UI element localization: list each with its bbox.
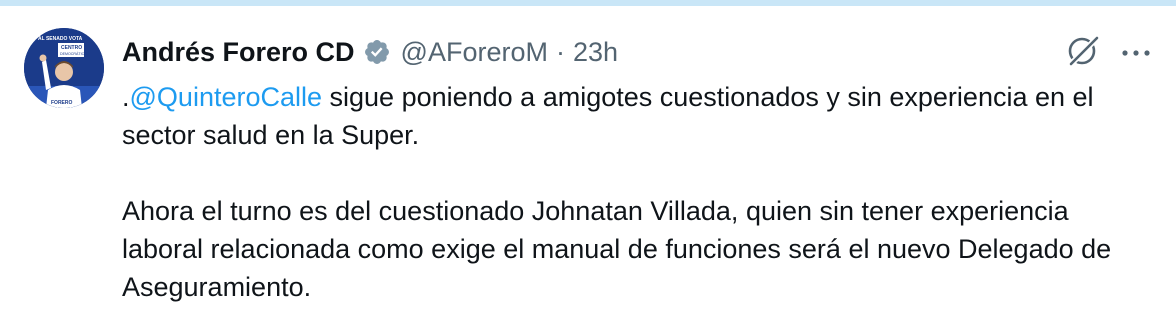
avatar-name-text: FORERO [51, 100, 73, 106]
header-separator: · [555, 36, 565, 67]
avatar-image: AL SENADO VOTA CENTRO DEMOCRÁTICO FORERO [24, 28, 104, 108]
text-prefix: . [122, 82, 130, 112]
tweet-paragraph-1: .@QuinteroCalle sigue poniendo a amigote… [122, 78, 1156, 154]
avatar-logo-subtext: DEMOCRÁTICO [60, 52, 87, 56]
more-options-icon[interactable] [1116, 46, 1156, 58]
avatar-text-top: AL SENADO VOTA [38, 36, 83, 42]
verified-badge-icon[interactable] [363, 38, 391, 66]
tweet-timestamp[interactable]: 23h [573, 37, 618, 68]
tweet-header: Andrés Forero CD @AForeroM · 23h [122, 32, 618, 72]
avatar-logo-text: CENTRO [61, 45, 82, 51]
author-display-name[interactable]: Andrés Forero CD [122, 37, 355, 68]
tweet-text: .@QuinteroCalle sigue poniendo a amigote… [122, 78, 1156, 306]
tweet-paragraph-2: Ahora el turno es del cuestionado Johnat… [122, 196, 1112, 302]
grok-icon[interactable] [1066, 34, 1100, 68]
mention-link[interactable]: @QuinteroCalle [130, 82, 323, 112]
tweet-card[interactable]: AL SENADO VOTA CENTRO DEMOCRÁTICO FORERO… [0, 6, 1176, 328]
author-handle[interactable]: @AForeroM [401, 37, 548, 68]
avatar[interactable]: AL SENADO VOTA CENTRO DEMOCRÁTICO FORERO [24, 28, 104, 108]
